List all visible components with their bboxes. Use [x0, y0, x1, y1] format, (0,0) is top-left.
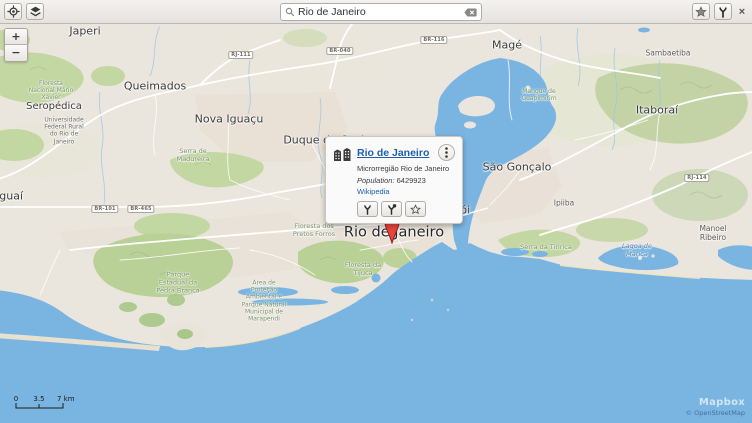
search-input[interactable] [280, 3, 482, 21]
road-badge: BR-465 [127, 205, 154, 213]
road-badge: BR-040 [326, 47, 353, 55]
zoom-in-button[interactable]: + [5, 29, 27, 45]
population-value: 6429923 [397, 176, 426, 185]
layers-icon [29, 5, 42, 18]
header-bar: × [0, 0, 752, 24]
clear-search-icon[interactable] [464, 8, 477, 17]
add-stop-button[interactable] [381, 201, 402, 217]
current-location-button[interactable] [4, 3, 22, 20]
road-badge: BR-116 [420, 36, 447, 44]
gnome-maps-window: × [0, 0, 752, 423]
star-icon [695, 6, 707, 18]
route-add-icon [386, 204, 397, 215]
zoom-control: + − [4, 28, 28, 62]
zoom-out-button[interactable]: − [5, 45, 27, 61]
kebab-menu-icon [445, 147, 448, 158]
population-label: Population: [357, 176, 395, 185]
search-icon [285, 7, 295, 17]
route-icon [717, 6, 729, 18]
city-icon [333, 144, 357, 166]
popup-subtitle: Microrregião Rio de Janeiro [357, 164, 455, 173]
favorites-button[interactable] [692, 3, 710, 20]
popup-population: Population: 6429923 [357, 176, 455, 185]
route-button[interactable] [714, 3, 732, 20]
popup-title-link[interactable]: Rio de Janeiro [357, 147, 429, 159]
window-close-button[interactable]: × [736, 6, 748, 18]
popup-menu-button[interactable] [438, 144, 455, 161]
directions-button[interactable] [357, 201, 378, 217]
route-icon [362, 204, 373, 215]
layers-button[interactable] [26, 3, 44, 20]
road-badge: RJ-111 [228, 51, 253, 59]
wikipedia-link[interactable]: Wikipedia [357, 187, 455, 196]
road-badge: BR-101 [91, 205, 118, 213]
crosshair-icon [7, 5, 20, 18]
star-outline-icon [410, 204, 421, 215]
search-field[interactable] [295, 6, 464, 18]
place-popup: Rio de Janeiro Microrregião Rio [325, 136, 463, 224]
map-view[interactable]: BR-116 BR-040 RJ-111 BR-101 BR-465 RJ-11… [0, 24, 752, 423]
favorite-button[interactable] [405, 201, 426, 217]
map-attribution: Mapbox © OpenStreetMap [686, 397, 745, 417]
road-badge: RJ-114 [684, 174, 709, 182]
edit-pencil-icon[interactable] [433, 148, 434, 157]
osm-copyright-link[interactable]: © OpenStreetMap [686, 409, 745, 417]
header-right-group: × [692, 3, 748, 20]
mapbox-logo[interactable]: Mapbox [686, 397, 745, 408]
